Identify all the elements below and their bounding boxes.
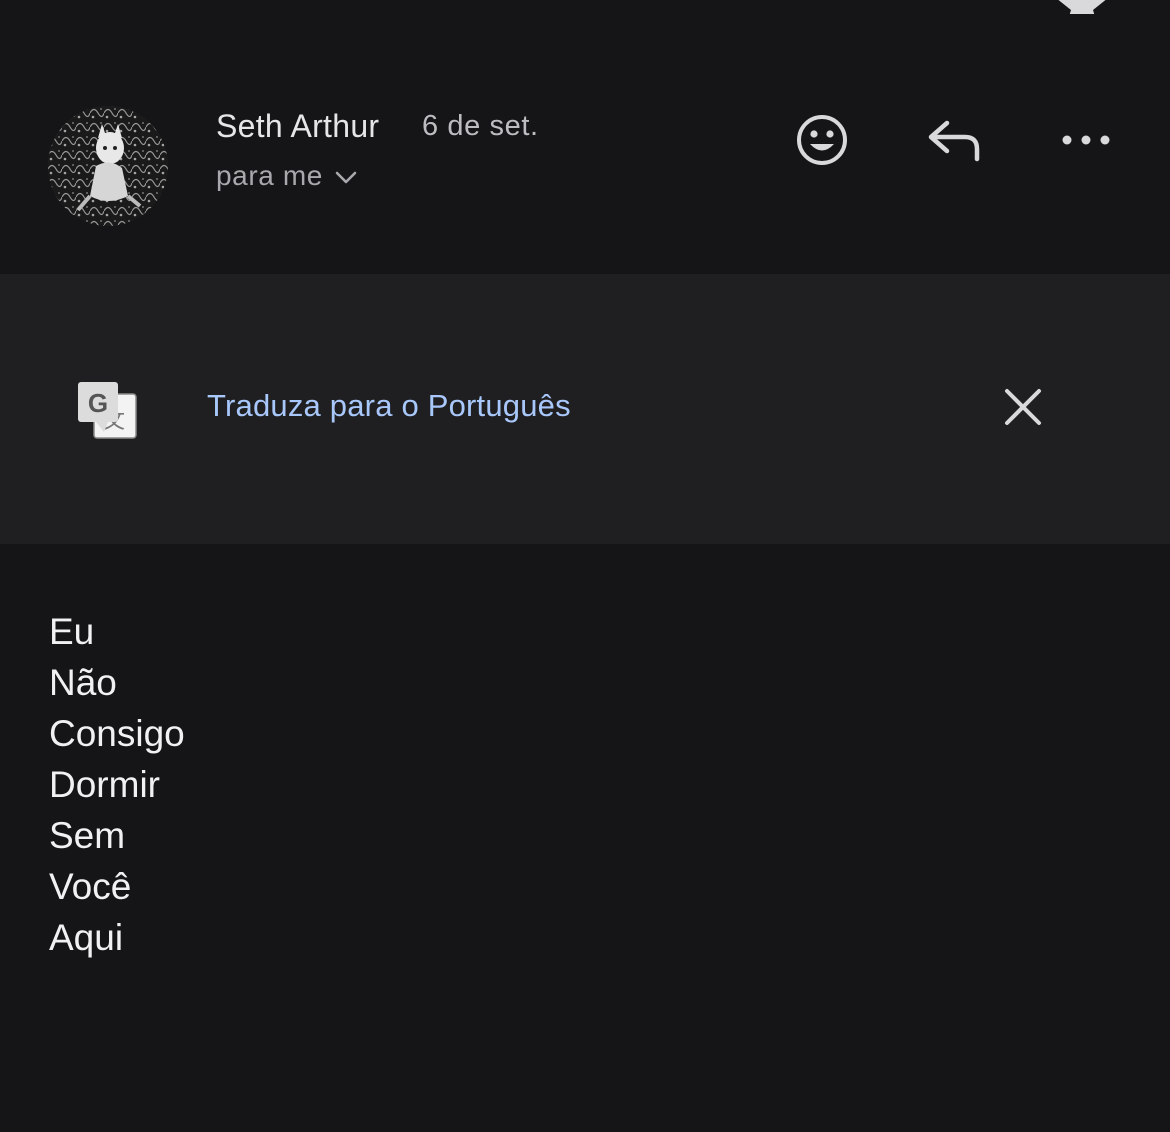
sender-name: Seth Arthur (216, 108, 380, 144)
message-date: 6 de set. (422, 110, 539, 142)
more-options-button[interactable] (1050, 106, 1122, 178)
message-line: Consigo (49, 713, 185, 754)
email-view-screen: Seth Arthur 6 de set. para me G Traduza … (0, 0, 1170, 1132)
star-icon[interactable] (1052, 0, 1112, 14)
reply-arrow-icon (925, 117, 983, 168)
chevron-down-icon (335, 160, 357, 192)
close-icon (1003, 387, 1043, 432)
reply-button[interactable] (918, 106, 990, 178)
smiley-face-icon (795, 113, 849, 172)
message-line: Dormir (49, 764, 160, 805)
message-line: Aqui (49, 917, 124, 958)
recipient-label: para me (216, 160, 323, 191)
add-reaction-button[interactable] (786, 106, 858, 178)
translate-link[interactable]: Traduza para o Português (207, 388, 571, 424)
message-header: Seth Arthur 6 de set. para me (0, 60, 1170, 274)
message-line: Sem (49, 815, 126, 856)
message-line: Não (49, 662, 117, 703)
dismiss-translate-button[interactable] (996, 382, 1050, 436)
avatar[interactable] (48, 106, 168, 226)
more-horizontal-icon (1061, 133, 1111, 152)
google-translate-icon: 文 G (78, 380, 138, 440)
message-line: Você (49, 866, 132, 907)
recipient-toggle[interactable]: para me (216, 160, 357, 192)
message-body: Eu Não Consigo Dormir Sem Você Aqui (49, 606, 185, 963)
svg-text:G: G (88, 388, 108, 418)
message-line: Eu (49, 611, 95, 652)
translate-banner: 文 G Traduza para o Português (0, 274, 1170, 544)
